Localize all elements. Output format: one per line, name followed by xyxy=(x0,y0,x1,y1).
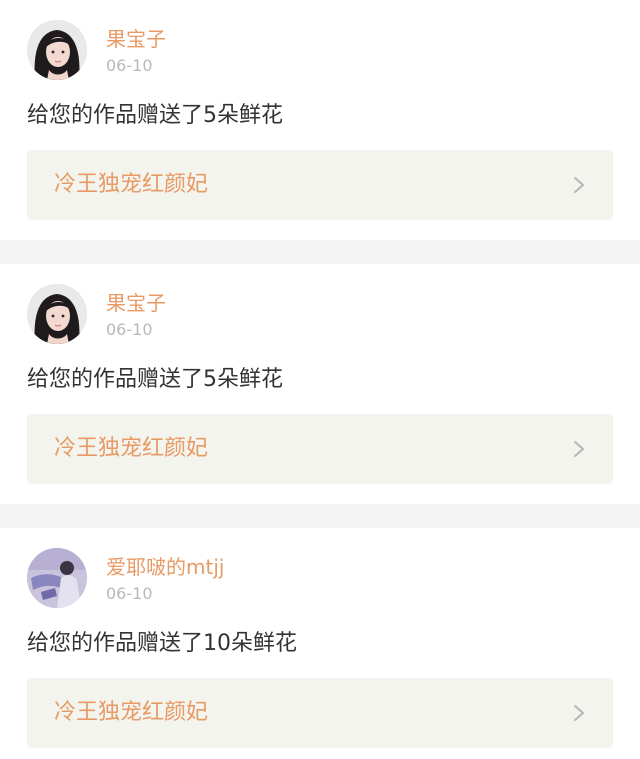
avatar-purple-figure-icon xyxy=(27,548,87,608)
avatar-girl-dark-hair-icon xyxy=(27,284,87,344)
chevron-right-icon xyxy=(571,440,587,458)
notification-card: 果宝子 06-10 给您的作品赠送了5朵鲜花 冷王独宠红颜妃 xyxy=(0,0,640,240)
user-avatar[interactable] xyxy=(27,284,87,344)
notification-date: 06-10 xyxy=(106,320,153,339)
user-avatar[interactable] xyxy=(27,20,87,80)
work-title: 冷王独宠红颜妃 xyxy=(54,700,209,725)
notification-date: 06-10 xyxy=(106,584,153,603)
user-avatar[interactable] xyxy=(27,548,87,608)
notification-card: 爱耶啵的mtjj 06-10 给您的作品赠送了10朵鲜花 冷王独宠红颜妃 xyxy=(0,528,640,759)
notification-card: 果宝子 06-10 给您的作品赠送了5朵鲜花 冷王独宠红颜妃 xyxy=(0,264,640,504)
notification-message: 给您的作品赠送了5朵鲜花 xyxy=(27,367,283,392)
work-link-card[interactable]: 冷王独宠红颜妃 xyxy=(27,414,613,484)
chevron-right-icon xyxy=(571,704,587,722)
work-link-card[interactable]: 冷王独宠红颜妃 xyxy=(27,678,613,748)
notification-message: 给您的作品赠送了5朵鲜花 xyxy=(27,103,283,128)
work-link-card[interactable]: 冷王独宠红颜妃 xyxy=(27,150,613,220)
username[interactable]: 果宝子 xyxy=(106,26,166,52)
work-title: 冷王独宠红颜妃 xyxy=(54,436,209,461)
work-title: 冷王独宠红颜妃 xyxy=(54,172,209,197)
chevron-right-icon xyxy=(571,176,587,194)
username[interactable]: 爱耶啵的mtjj xyxy=(106,554,224,580)
avatar-girl-dark-hair-icon xyxy=(27,20,87,80)
notification-list: 果宝子 06-10 给您的作品赠送了5朵鲜花 冷王独宠红颜妃 果宝子 06-10… xyxy=(0,0,640,759)
username[interactable]: 果宝子 xyxy=(106,290,166,316)
notification-date: 06-10 xyxy=(106,56,153,75)
notification-message: 给您的作品赠送了10朵鲜花 xyxy=(27,631,297,656)
